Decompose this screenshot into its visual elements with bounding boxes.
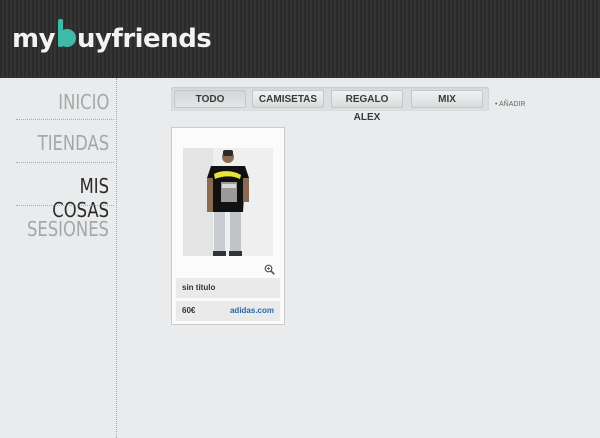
- zoom-icon[interactable]: [264, 264, 275, 275]
- nav-divider: [16, 205, 114, 206]
- nav-item-mis-cosas[interactable]: MIS COSAS: [20, 174, 109, 222]
- item-price-row: 60€ adidas.com: [176, 301, 280, 321]
- logo-text-rest: uyfriends: [77, 24, 212, 54]
- logo[interactable]: my uyfriends: [12, 19, 212, 60]
- product-photo[interactable]: [183, 148, 273, 256]
- nav-divider: [16, 119, 114, 120]
- nav-item-sesiones[interactable]: SESIONES: [27, 217, 109, 241]
- logo-b-icon: [56, 19, 77, 49]
- sidebar-nav: INICIO TIENDAS MIS COSAS SESIONES: [0, 78, 117, 438]
- item-card[interactable]: sin titulo 60€ adidas.com: [171, 127, 285, 325]
- category-tabs: TODO CAMISETAS REGALO ALEX MIX: [171, 87, 489, 123]
- logo-text-my: my: [12, 24, 56, 54]
- nav-item-tiendas[interactable]: TIENDAS: [38, 131, 109, 155]
- tab-todo[interactable]: TODO: [174, 90, 246, 108]
- tab-camisetas[interactable]: CAMISETAS: [252, 90, 324, 108]
- add-tab-link[interactable]: • AÑADIR: [495, 101, 525, 108]
- top-bar: my uyfriends: [0, 0, 600, 78]
- nav-divider: [16, 162, 114, 163]
- item-price: 60€: [182, 306, 196, 315]
- item-title: sin titulo: [176, 278, 280, 298]
- tab-mix[interactable]: MIX: [411, 90, 483, 108]
- store-link[interactable]: adidas.com: [230, 301, 274, 321]
- tab-regalo-alex[interactable]: REGALO ALEX: [331, 90, 403, 123]
- nav-item-inicio[interactable]: INICIO: [58, 90, 109, 114]
